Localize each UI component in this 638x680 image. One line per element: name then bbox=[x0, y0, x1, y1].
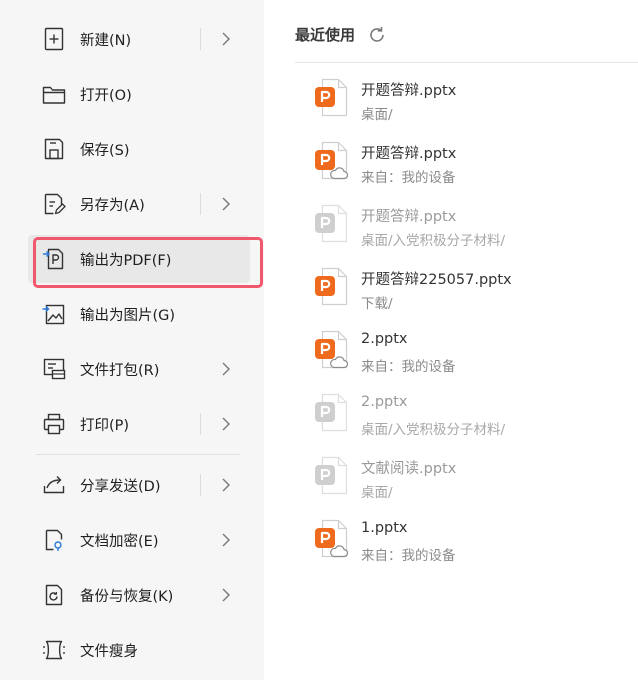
recent-title: 最近使用 bbox=[295, 26, 356, 44]
menu-item-print[interactable]: 打印(P) bbox=[28, 400, 250, 448]
file-location: 来自：我的设备 bbox=[361, 170, 456, 186]
menu-item-label: 保存(S) bbox=[80, 142, 130, 159]
menu-item-encrypt[interactable]: 文档加密(E) bbox=[28, 516, 250, 564]
menu-item-label: 备份与恢复(K) bbox=[80, 588, 174, 605]
menu-item-label: 输出为图片(G) bbox=[80, 307, 176, 324]
file-name: 2.pptx bbox=[361, 394, 408, 410]
encrypt-icon bbox=[40, 526, 68, 554]
save-icon bbox=[40, 135, 68, 163]
recent-file-row[interactable]: 1.pptx 来自：我的设备 bbox=[300, 519, 630, 579]
chevron-right-icon[interactable] bbox=[216, 585, 236, 605]
submenu-separator bbox=[200, 474, 201, 496]
menu-item-label: 文件打包(R) bbox=[80, 362, 160, 379]
pptx-file-icon bbox=[315, 330, 348, 369]
recent-file-row[interactable]: 开题答辩.pptx 桌面/ bbox=[300, 78, 630, 138]
recent-file-row[interactable]: 开题答辩225057.pptx 下载/ bbox=[300, 267, 630, 327]
file-location: 来自：我的设备 bbox=[361, 548, 456, 564]
menu-item-open[interactable]: 打开(O) bbox=[28, 70, 250, 118]
chevron-right-icon[interactable] bbox=[216, 194, 236, 214]
chevron-right-icon[interactable] bbox=[216, 359, 236, 379]
menu-item-slim[interactable]: 文件瘦身 bbox=[28, 626, 250, 674]
printer-icon bbox=[40, 410, 68, 438]
export-image-icon bbox=[40, 300, 68, 328]
file-location: 桌面/ bbox=[361, 107, 393, 123]
highlight-annotation-box bbox=[33, 237, 263, 288]
file-name: 1.pptx bbox=[361, 520, 408, 536]
menu-item-label: 新建(N) bbox=[80, 32, 132, 49]
menu-item-label: 打印(P) bbox=[80, 417, 130, 434]
file-menu-panel: 新建(N) 打开(O) 保存(S) 另存为(A) 输出为PDF(F) 输出为图片 bbox=[0, 0, 264, 680]
file-name: 开题答辩.pptx bbox=[361, 83, 457, 99]
file-location: 来自：我的设备 bbox=[361, 359, 456, 375]
share-icon bbox=[40, 471, 68, 499]
menu-item-label: 分享发送(D) bbox=[80, 478, 161, 495]
menu-item-export-image[interactable]: 输出为图片(G) bbox=[28, 290, 250, 338]
chevron-right-icon[interactable] bbox=[216, 530, 236, 550]
menu-item-save[interactable]: 保存(S) bbox=[28, 125, 250, 173]
slim-icon bbox=[40, 636, 68, 664]
header-divider bbox=[295, 62, 638, 63]
new-file-icon bbox=[40, 25, 68, 53]
save-as-icon bbox=[40, 190, 68, 218]
recent-file-row[interactable]: 文献阅读.pptx 桌面/ bbox=[300, 456, 630, 516]
recent-file-row[interactable]: 开题答辩.pptx 来自：我的设备 bbox=[300, 141, 630, 201]
file-location: 下载/ bbox=[361, 296, 393, 312]
refresh-icon[interactable] bbox=[367, 25, 387, 45]
file-name: 开题答辩.pptx bbox=[361, 146, 457, 162]
file-name: 开题答辩225057.pptx bbox=[361, 272, 512, 288]
recent-file-row[interactable]: 2.pptx 来自：我的设备 bbox=[300, 330, 630, 390]
recent-file-row[interactable]: 2.pptx 桌面/入党积极分子材料/ bbox=[300, 393, 630, 453]
chevron-right-icon[interactable] bbox=[216, 475, 236, 495]
file-location: 桌面/ bbox=[361, 485, 393, 501]
pptx-file-icon bbox=[315, 456, 348, 495]
package-icon bbox=[40, 355, 68, 383]
submenu-separator bbox=[200, 193, 201, 215]
file-location: 桌面/入党积极分子材料/ bbox=[361, 422, 506, 438]
pptx-file-icon bbox=[315, 519, 348, 558]
menu-item-backup[interactable]: 备份与恢复(K) bbox=[28, 571, 250, 619]
backup-icon bbox=[40, 581, 68, 609]
chevron-right-icon[interactable] bbox=[216, 29, 236, 49]
file-location: 桌面/入党积极分子材料/ bbox=[361, 233, 506, 249]
menu-item-new[interactable]: 新建(N) bbox=[28, 15, 250, 63]
menu-item-label: 文档加密(E) bbox=[80, 533, 159, 550]
menu-item-label: 打开(O) bbox=[80, 87, 132, 104]
submenu-separator bbox=[200, 413, 201, 435]
submenu-separator bbox=[200, 28, 201, 50]
menu-item-save-as[interactable]: 另存为(A) bbox=[28, 180, 250, 228]
pptx-file-icon bbox=[315, 78, 348, 117]
recent-file-row[interactable]: 开题答辩.pptx 桌面/入党积极分子材料/ bbox=[300, 204, 630, 264]
file-name: 文献阅读.pptx bbox=[361, 461, 457, 477]
pptx-file-icon bbox=[315, 267, 348, 306]
file-name: 开题答辩.pptx bbox=[361, 209, 457, 225]
file-name: 2.pptx bbox=[361, 331, 408, 347]
pptx-file-icon bbox=[315, 141, 348, 180]
chevron-right-icon[interactable] bbox=[216, 414, 236, 434]
pptx-file-icon bbox=[315, 393, 348, 432]
menu-item-label: 另存为(A) bbox=[80, 197, 145, 214]
menu-item-label: 文件瘦身 bbox=[80, 643, 138, 660]
menu-divider bbox=[36, 454, 240, 455]
menu-item-package[interactable]: 文件打包(R) bbox=[28, 345, 250, 393]
recent-header: 最近使用 bbox=[295, 24, 387, 45]
menu-item-share[interactable]: 分享发送(D) bbox=[28, 461, 250, 509]
pptx-file-icon bbox=[315, 204, 348, 243]
folder-open-icon bbox=[40, 80, 68, 108]
